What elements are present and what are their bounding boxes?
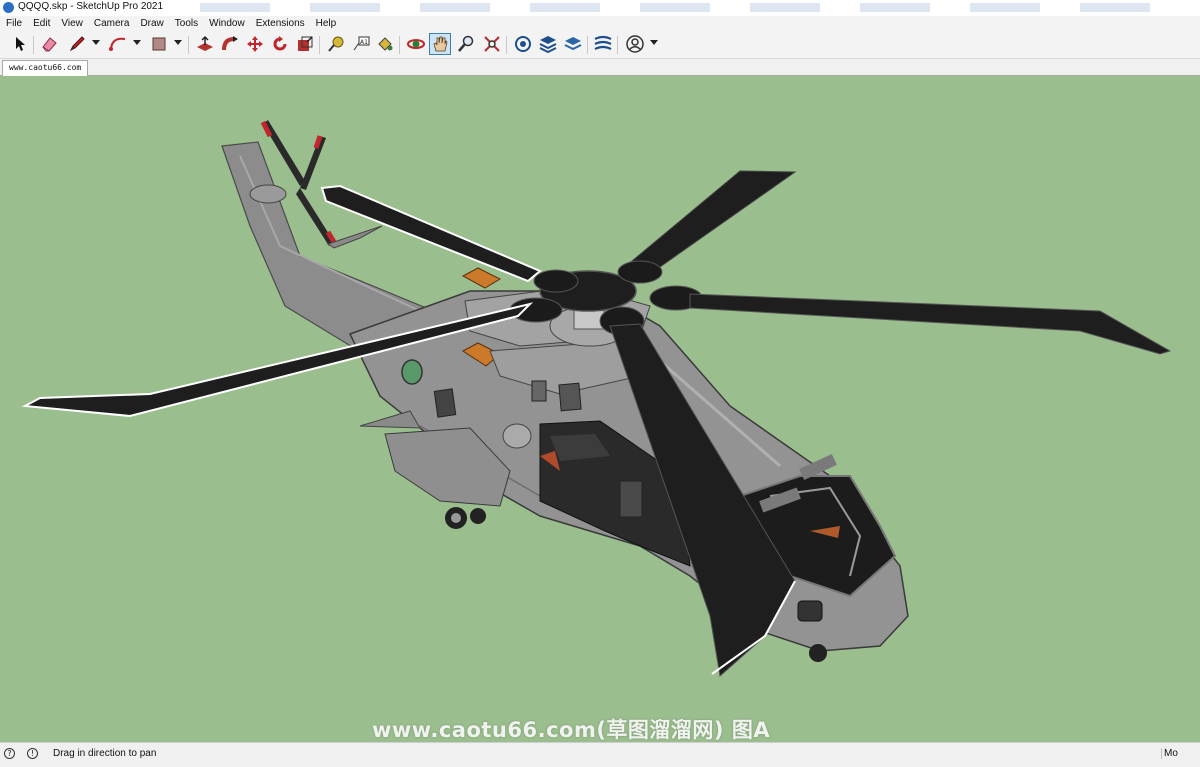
menu-bar: File Edit View Camera Draw Tools Window … — [0, 16, 1200, 31]
model-viewport[interactable]: www.caotu66.com(草图溜溜网) 图A — [0, 76, 1200, 742]
menu-help[interactable]: Help — [310, 16, 342, 31]
window-title: QQQQ.skp - SketchUp Pro 2021 — [18, 1, 164, 12]
warehouse-icon[interactable] — [512, 33, 534, 55]
select-icon[interactable] — [9, 33, 31, 55]
sketchup-app-icon — [3, 2, 14, 13]
toolbar-separator — [506, 36, 507, 54]
side-window — [558, 382, 582, 412]
paint-bucket-icon[interactable] — [374, 33, 396, 55]
toolbar-separator — [587, 36, 588, 54]
taskbar-thumbnails — [200, 3, 1190, 12]
toolbar-separator — [319, 36, 320, 54]
layers-icon[interactable] — [562, 33, 584, 55]
tape-measure-icon[interactable] — [325, 33, 347, 55]
move-icon[interactable] — [244, 33, 266, 55]
nose-wheel — [809, 644, 827, 662]
eraser-icon[interactable] — [38, 33, 60, 55]
instructor-info-icon[interactable]: ! — [27, 748, 38, 759]
measurements-label: Mo — [1161, 748, 1178, 759]
account-dropdown-caret[interactable] — [650, 40, 658, 45]
toolbar-separator — [188, 36, 189, 54]
arc-icon[interactable] — [107, 33, 129, 55]
helicopter-model — [21, 120, 1172, 677]
scene-tab-bar: www.caotu66.com — [0, 59, 1200, 76]
pencil-dropdown-caret[interactable] — [92, 40, 100, 45]
menu-tools[interactable]: Tools — [169, 16, 203, 31]
zoom-extents-icon[interactable] — [481, 33, 503, 55]
toolbar-separator — [33, 36, 34, 54]
menu-camera[interactable]: Camera — [88, 16, 135, 31]
arc-dropdown-caret[interactable] — [133, 40, 141, 45]
pencil-line-icon[interactable] — [66, 33, 88, 55]
porthole-window — [401, 359, 423, 385]
watermark-text: www.caotu66.com(草图溜溜网) 图A — [372, 718, 771, 742]
side-window — [433, 388, 457, 418]
orbit-icon[interactable] — [405, 33, 427, 55]
pan-icon[interactable] — [429, 33, 451, 55]
account-icon[interactable] — [624, 33, 646, 55]
zoom-icon[interactable] — [455, 33, 477, 55]
geo-location-icon[interactable]: ? — [4, 748, 15, 759]
side-window — [531, 380, 547, 402]
tail-rotor-hub — [249, 184, 287, 204]
tail-stabilizer — [326, 225, 383, 249]
rectangle-dropdown-caret[interactable] — [174, 40, 182, 45]
scene-tab[interactable]: www.caotu66.com — [2, 60, 89, 76]
svg-text:A1: A1 — [360, 39, 368, 46]
toolbar: A1 — [0, 31, 1200, 59]
title-bar: QQQQ.skp - SketchUp Pro 2021 — [0, 0, 1200, 17]
menu-file[interactable]: File — [0, 16, 27, 31]
rectangle-icon[interactable] — [148, 33, 170, 55]
text-icon[interactable]: A1 — [350, 33, 372, 55]
push-pull-icon[interactable] — [194, 33, 216, 55]
rotor-blade-right — [689, 293, 1172, 355]
follow-me-icon[interactable] — [219, 33, 241, 55]
engine-intake — [461, 267, 502, 289]
nose-window — [797, 600, 823, 622]
menu-draw[interactable]: Draw — [134, 16, 168, 31]
status-bar: ? ! Drag in direction to pan Mo — [0, 742, 1200, 767]
rotate-icon[interactable] — [269, 33, 291, 55]
menu-extensions[interactable]: Extensions — [250, 16, 310, 31]
extension-warehouse-icon[interactable] — [537, 33, 559, 55]
menu-window[interactable]: Window — [203, 16, 250, 31]
searchlight — [502, 423, 532, 449]
toolbar-separator — [617, 36, 618, 54]
menu-view[interactable]: View — [55, 16, 88, 31]
landing-wheel — [470, 508, 486, 524]
menu-edit[interactable]: Edit — [27, 16, 55, 31]
status-message: Drag in direction to pan — [53, 748, 157, 759]
toolbar-separator — [399, 36, 400, 54]
rotor-blade-rear-left — [320, 184, 542, 283]
door-window — [619, 480, 643, 518]
sandbox-icon[interactable] — [592, 33, 614, 55]
tail-rotor-blade — [300, 136, 326, 190]
scale-icon[interactable] — [294, 33, 316, 55]
